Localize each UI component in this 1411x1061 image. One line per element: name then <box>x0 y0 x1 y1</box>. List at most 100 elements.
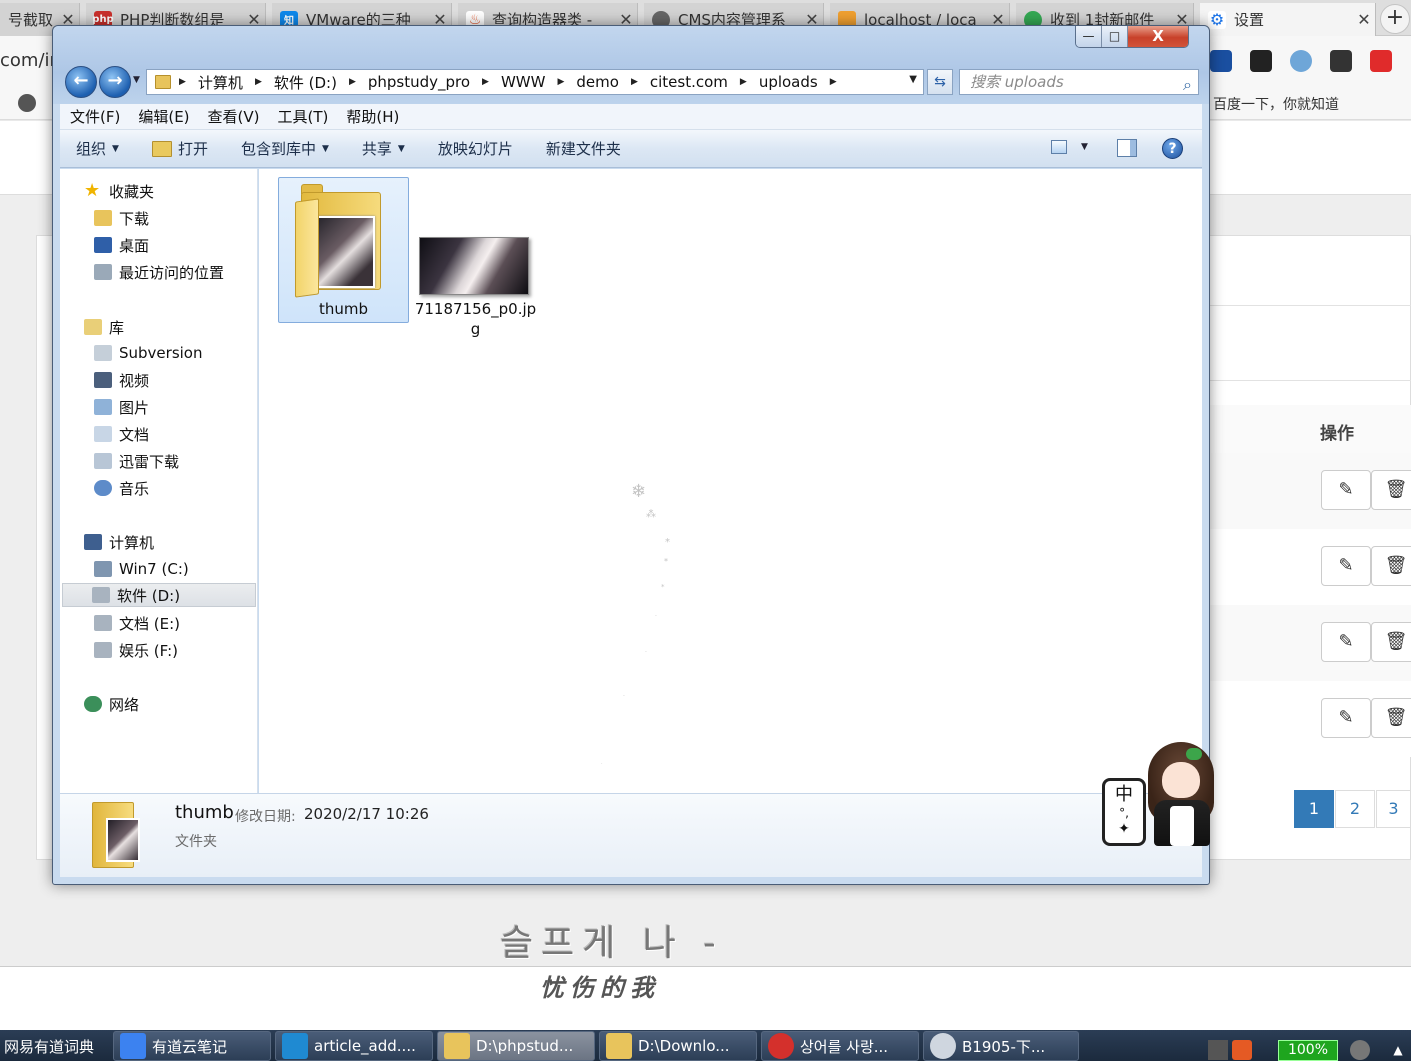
delete-button[interactable]: 🗑 <box>1371 622 1411 662</box>
breadcrumb-item[interactable]: phpstudy_pro <box>368 73 470 91</box>
search-icon[interactable]: ⌕ <box>1183 73 1192 97</box>
bookmark-globe-icon[interactable] <box>18 94 36 112</box>
tab-close-icon[interactable]: ✕ <box>1353 10 1375 29</box>
menu-edit[interactable]: 编辑(E) <box>128 106 197 127</box>
breadcrumb-item[interactable]: uploads <box>759 73 818 91</box>
nav-item-drive-e[interactable]: 文档 (E:) <box>94 611 180 635</box>
breadcrumb-item[interactable]: citest.com <box>650 73 728 91</box>
recent-pages-dropdown-icon[interactable]: ▼ <box>133 75 140 85</box>
chevron-right-icon[interactable]: ▶ <box>557 77 564 87</box>
preview-pane-icon[interactable] <box>1117 139 1137 157</box>
nav-item-recent-places[interactable]: 最近访问的位置 <box>94 260 224 284</box>
browser-address-text[interactable]: com/ir <box>0 50 57 71</box>
chevron-right-icon[interactable]: ▶ <box>482 77 489 87</box>
edit-button[interactable]: ✎ <box>1321 546 1371 586</box>
edit-button[interactable]: ✎ <box>1321 622 1371 662</box>
chevron-right-icon[interactable]: ▶ <box>179 77 186 87</box>
chevron-right-icon[interactable]: ▶ <box>349 77 356 87</box>
nav-network[interactable]: 网络 <box>84 692 139 716</box>
address-history-dropdown-icon[interactable]: ▼ <box>909 74 917 85</box>
breadcrumb-item[interactable]: 计算机 <box>198 72 243 93</box>
menu-view[interactable]: 查看(V) <box>198 106 268 127</box>
battery-indicator[interactable]: 100% <box>1278 1040 1338 1061</box>
taskbar-item-dictionary[interactable]: 网易有道词典 <box>0 1031 108 1061</box>
extension-icon[interactable] <box>1370 50 1392 72</box>
breadcrumb-item[interactable]: WWW <box>501 73 546 91</box>
delete-button[interactable]: 🗑 <box>1371 698 1411 738</box>
menu-help[interactable]: 帮助(H) <box>336 106 407 127</box>
forward-button[interactable]: → <box>99 66 131 98</box>
open-button[interactable]: 打开 <box>136 138 225 159</box>
bookmark-link[interactable]: 百度一下，你就知道 <box>1213 94 1339 114</box>
nav-item-videos[interactable]: 视频 <box>94 368 149 392</box>
extension-icon[interactable] <box>1250 50 1272 72</box>
nav-item-subversion[interactable]: Subversion <box>94 341 203 365</box>
breadcrumb-item[interactable]: 软件 (D:) <box>274 72 337 93</box>
extension-icon[interactable] <box>1330 50 1352 72</box>
chevron-right-icon[interactable]: ▶ <box>740 77 747 87</box>
nav-libraries[interactable]: 库 <box>84 315 124 339</box>
file-item-image[interactable]: 71187156_p0.jpg <box>413 177 538 347</box>
delete-button[interactable]: 🗑 <box>1371 470 1411 510</box>
nav-item-xunlei-downloads[interactable]: 迅雷下载 <box>94 449 179 473</box>
edit-button[interactable]: ✎ <box>1321 470 1371 510</box>
nav-item-downloads[interactable]: 下载 <box>94 206 149 230</box>
taskbar-item-explorer-active[interactable]: D:\phpstud... <box>437 1031 595 1061</box>
back-button[interactable]: ← <box>65 66 97 98</box>
breadcrumb-item[interactable]: demo <box>576 73 619 91</box>
tray-keyboard-icon[interactable] <box>1208 1040 1228 1060</box>
change-view-icon[interactable] <box>1051 140 1067 154</box>
ime-mascot-image[interactable] <box>1140 740 1222 848</box>
menu-file[interactable]: 文件(F) <box>60 106 128 127</box>
address-bar[interactable]: ▶ 计算机 ▶ 软件 (D:) ▶ phpstudy_pro ▶ WWW ▶ d… <box>146 69 924 95</box>
chevron-right-icon[interactable]: ▶ <box>255 77 262 87</box>
taskbar-item-explorer[interactable]: D:\Downlo... <box>599 1031 757 1061</box>
pagination-page-1[interactable]: 1 <box>1294 790 1334 828</box>
search-input[interactable]: 搜索 uploads ⌕ <box>959 69 1199 95</box>
maximize-button[interactable]: □ <box>1102 26 1128 47</box>
include-in-library-button[interactable]: 包含到库中 ▼ <box>225 138 346 159</box>
extension-icon[interactable] <box>1210 50 1232 72</box>
ime-punctuation-toggle[interactable]: °, <box>1105 806 1143 820</box>
nav-item-drive-d[interactable]: 软件 (D:) <box>62 583 256 607</box>
nav-item-music[interactable]: 音乐 <box>94 476 149 500</box>
close-button[interactable]: X <box>1128 26 1188 47</box>
nav-computer[interactable]: 计算机 <box>84 530 154 554</box>
ime-mode-toggle[interactable]: 中 <box>1105 784 1143 806</box>
nav-item-documents[interactable]: 文档 <box>94 422 149 446</box>
minimize-button[interactable]: — <box>1076 26 1102 47</box>
ime-status-bar[interactable]: 中 °, ✦ <box>1102 778 1146 846</box>
edit-button[interactable]: ✎ <box>1321 698 1371 738</box>
slideshow-button[interactable]: 放映幻灯片 <box>422 138 530 159</box>
refresh-button[interactable]: ⇆ <box>927 69 953 95</box>
share-button[interactable]: 共享 ▼ <box>346 138 422 159</box>
tray-expand-icon[interactable]: ▲ <box>1388 1040 1408 1060</box>
butterfly-icon[interactable]: ✦ <box>1105 820 1143 838</box>
taskbar-item-youdao-note[interactable]: 有道云笔记 <box>113 1031 271 1061</box>
pagination-page-2[interactable]: 2 <box>1335 790 1375 828</box>
chevron-right-icon[interactable]: ▶ <box>631 77 638 87</box>
extension-icon[interactable] <box>1290 50 1312 72</box>
tray-sogou-icon[interactable] <box>1232 1040 1252 1060</box>
nav-favorites[interactable]: ★ 收藏夹 <box>84 179 154 203</box>
nav-item-desktop[interactable]: 桌面 <box>94 233 149 257</box>
taskbar-item-chat[interactable]: B1905-下... <box>923 1031 1079 1061</box>
browser-tab-active[interactable]: ⚙ 设置 ✕ <box>1200 3 1376 36</box>
menu-tools[interactable]: 工具(T) <box>268 106 337 127</box>
delete-button[interactable]: 🗑 <box>1371 546 1411 586</box>
new-tab-button[interactable]: + <box>1380 4 1410 34</box>
taskbar-item-music[interactable]: 상어를 사랑... <box>761 1031 919 1061</box>
tray-network-icon[interactable] <box>1350 1040 1370 1060</box>
new-folder-button[interactable]: 新建文件夹 <box>530 138 638 159</box>
nav-item-pictures[interactable]: 图片 <box>94 395 149 419</box>
taskbar-item-vscode[interactable]: article_add.... <box>275 1031 433 1061</box>
nav-item-drive-f[interactable]: 娱乐 (F:) <box>94 638 178 662</box>
help-icon[interactable]: ? <box>1162 138 1183 159</box>
view-options-dropdown-icon[interactable]: ▼ <box>1081 142 1088 152</box>
file-item-thumb-folder[interactable]: thumb <box>278 177 409 323</box>
chevron-right-icon[interactable]: ▶ <box>830 77 837 87</box>
nav-item-drive-c[interactable]: Win7 (C:) <box>94 557 189 581</box>
organize-button[interactable]: 组织 ▼ <box>60 138 136 159</box>
pagination-page-3[interactable]: 3 <box>1376 790 1411 828</box>
file-list-pane[interactable]: thumb 71187156_p0.jpg ❄ ⁂ * * * · · · · <box>259 169 1202 793</box>
